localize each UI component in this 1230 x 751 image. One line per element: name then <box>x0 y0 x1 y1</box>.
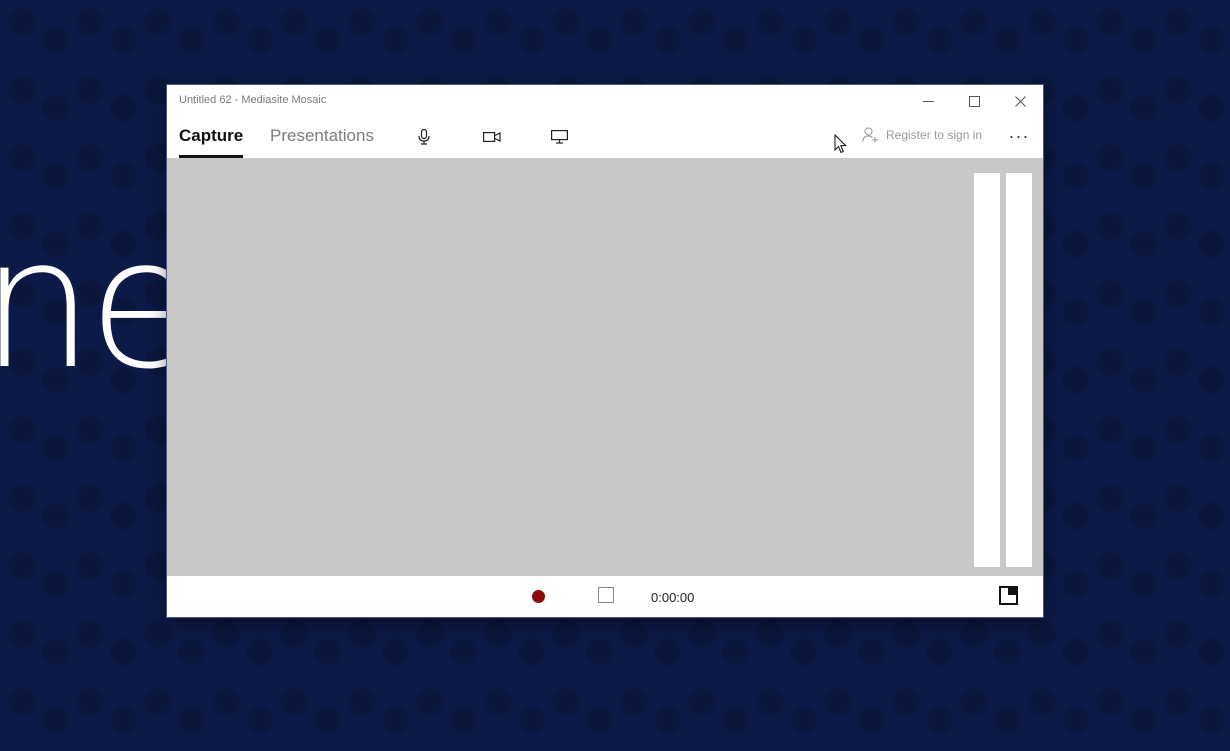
register-sign-in-link[interactable]: Register to sign in <box>862 127 982 143</box>
camera-icon <box>483 132 501 143</box>
maximize-button[interactable] <box>951 85 997 117</box>
mouse-cursor-icon <box>834 134 848 154</box>
screen-button[interactable] <box>549 127 569 147</box>
more-options-button[interactable]: ··· <box>1005 125 1033 147</box>
tab-presentations[interactable]: Presentations <box>270 126 374 158</box>
capture-preview <box>167 158 1043 576</box>
minimize-button[interactable] <box>905 85 951 117</box>
tab-capture[interactable]: Capture <box>179 126 244 158</box>
microphone-icon <box>418 129 430 145</box>
recording-timer: 0:00:00 <box>651 590 695 605</box>
add-user-icon <box>862 127 878 143</box>
stop-button[interactable] <box>598 587 614 603</box>
title-bar[interactable]: Untitled 62 - Mediasite Mosaic <box>167 85 1043 117</box>
minimize-icon <box>922 100 934 102</box>
register-label: Register to sign in <box>886 128 983 142</box>
close-icon <box>1014 95 1026 107</box>
maximize-icon <box>968 95 980 107</box>
record-button[interactable] <box>532 590 545 603</box>
audio-meter-right <box>1006 173 1032 567</box>
window-title: Untitled 62 - Mediasite Mosaic <box>179 94 327 106</box>
desktop-background-text: ne <box>0 200 199 409</box>
recording-controls: 0:00:00 <box>167 576 1043 617</box>
app-window: Untitled 62 - Mediasite Mosaic Capture P… <box>167 85 1043 617</box>
monitor-icon <box>550 130 568 144</box>
audio-meter-left <box>974 173 1000 567</box>
close-button[interactable] <box>997 85 1043 117</box>
microphone-button[interactable] <box>414 127 434 147</box>
camera-button[interactable] <box>482 127 502 147</box>
picture-in-picture-button[interactable] <box>999 586 1018 605</box>
navigation-bar: Capture Presentations Register to sign i… <box>167 117 1043 158</box>
